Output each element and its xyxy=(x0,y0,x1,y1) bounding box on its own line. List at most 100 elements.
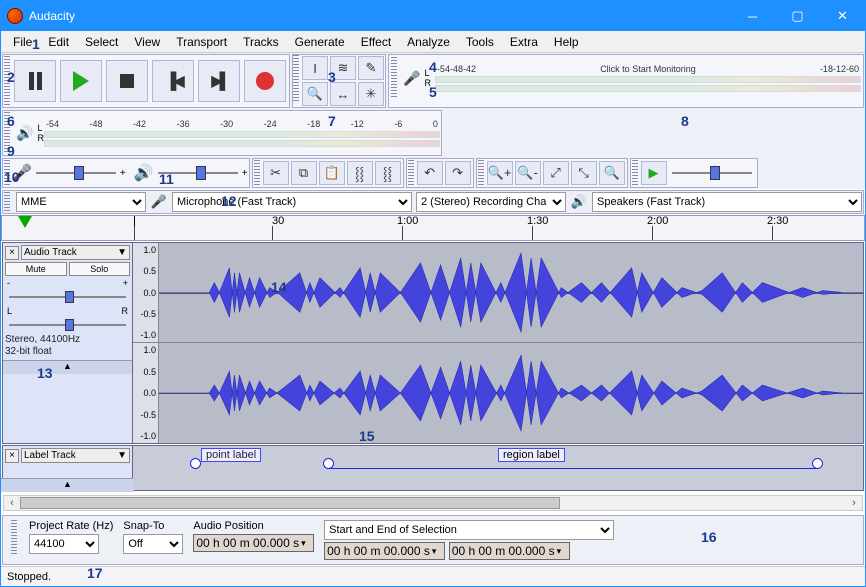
grip-icon[interactable] xyxy=(4,56,10,106)
label-text[interactable]: point label xyxy=(201,448,261,462)
speaker-icon: 🔊 xyxy=(570,194,588,210)
recording-meter[interactable]: -54-48-42 Click to Start Monitoring -18-… xyxy=(435,57,861,99)
recording-volume-slider[interactable] xyxy=(36,165,116,181)
paste-button[interactable]: 📋 xyxy=(319,161,345,185)
mic-icon: 🎤 xyxy=(12,163,32,183)
speaker-icon[interactable]: 🔊 xyxy=(16,125,33,142)
play-button[interactable] xyxy=(60,60,102,102)
zoom-in-button[interactable]: 🔍+ xyxy=(487,161,513,185)
pan-slider[interactable] xyxy=(9,318,126,332)
zoom-tool-button[interactable]: 🔍 xyxy=(302,82,328,106)
minimize-button[interactable]: ─ xyxy=(730,1,775,31)
grip-icon[interactable] xyxy=(408,160,414,186)
menu-tracks[interactable]: Tracks xyxy=(235,33,287,51)
cut-button[interactable]: ✂ xyxy=(263,161,289,185)
track-menu-button[interactable]: Audio Track▼ xyxy=(21,245,130,260)
snap-to-select[interactable]: Off xyxy=(123,534,183,554)
gain-slider[interactable] xyxy=(9,290,126,304)
timeshift-tool-button[interactable]: ↔ xyxy=(330,82,356,106)
menu-tools[interactable]: Tools xyxy=(458,33,502,51)
edit-toolbar: ✂ ⧉ 📋 ⸾⸾ ⸾⸾ xyxy=(252,158,404,188)
playback-volume-slider[interactable] xyxy=(158,165,238,181)
track-collapse-button[interactable]: ▲ xyxy=(1,478,134,492)
label-text[interactable]: region label xyxy=(498,448,565,462)
mixer-toolbar: 🎤 + 🔊 + xyxy=(2,158,250,188)
playback-speed-slider[interactable] xyxy=(672,165,752,181)
mic-icon: 🎤 xyxy=(150,194,168,210)
menu-view[interactable]: View xyxy=(126,33,168,51)
trim-button[interactable]: ⸾⸾ xyxy=(347,161,373,185)
vertical-scale[interactable]: 1.00.50.0-0.5-1.0 xyxy=(133,243,159,342)
track-collapse-button[interactable]: ▲ xyxy=(3,360,132,374)
fit-selection-button[interactable]: ⤢ xyxy=(543,161,569,185)
quickplay-head-icon[interactable] xyxy=(18,216,32,228)
silence-button[interactable]: ⸾⸾ xyxy=(375,161,401,185)
status-bar: Stopped. xyxy=(1,566,865,586)
maximize-button[interactable]: ▢ xyxy=(775,1,820,31)
draw-tool-button[interactable]: ✎ xyxy=(358,56,384,80)
scroll-right-icon[interactable]: › xyxy=(846,497,862,509)
grip-icon[interactable] xyxy=(11,520,17,556)
label-region[interactable]: region label xyxy=(328,450,818,486)
waveform-right[interactable] xyxy=(159,343,863,443)
titlebar: Audacity ─ ▢ ✕ xyxy=(1,1,865,31)
redo-button[interactable]: ↷ xyxy=(445,161,471,185)
fit-project-button[interactable]: ⤡ xyxy=(571,161,597,185)
horizontal-scrollbar[interactable]: ‹ › xyxy=(3,495,863,511)
multi-tool-button[interactable]: ✳ xyxy=(358,82,384,106)
vertical-scale[interactable]: 1.00.50.0-0.5-1.0 xyxy=(133,343,159,443)
zoom-out-button[interactable]: 🔍- xyxy=(515,161,541,185)
project-rate-select[interactable]: 44100 xyxy=(29,534,99,554)
track-close-button[interactable]: × xyxy=(5,246,19,260)
menu-help[interactable]: Help xyxy=(546,33,587,51)
grip-icon[interactable] xyxy=(391,57,397,99)
recording-channels-select[interactable]: 2 (Stereo) Recording Cha xyxy=(416,192,566,212)
waveform-left[interactable] xyxy=(159,243,863,342)
timeline-ruler[interactable]: 30 1:00 1:30 2:00 2:30 xyxy=(1,215,865,241)
grip-icon[interactable] xyxy=(632,160,638,186)
menu-extra[interactable]: Extra xyxy=(502,33,546,51)
mic-icon[interactable]: 🎤 xyxy=(403,70,420,87)
track-close-button[interactable]: × xyxy=(5,449,19,463)
grip-icon[interactable] xyxy=(478,160,484,186)
selection-start-field[interactable]: 00 h 00 m 00.000 s▾ xyxy=(324,542,445,560)
skip-start-button[interactable]: ▐◀ xyxy=(152,60,194,102)
grip-icon[interactable] xyxy=(4,192,10,212)
record-button[interactable] xyxy=(244,60,286,102)
pause-button[interactable] xyxy=(14,60,56,102)
stop-button[interactable] xyxy=(106,60,148,102)
grip-icon[interactable] xyxy=(293,55,299,101)
close-button[interactable]: ✕ xyxy=(820,1,865,31)
selection-mode-select[interactable]: Start and End of Selection xyxy=(324,520,614,540)
play-at-speed-button[interactable]: ▶ xyxy=(641,161,667,185)
menu-select[interactable]: Select xyxy=(77,33,126,51)
selection-tool-button[interactable]: I xyxy=(302,56,328,80)
selection-end-field[interactable]: 00 h 00 m 00.000 s▾ xyxy=(449,542,570,560)
audio-host-select[interactable]: MME xyxy=(16,192,146,212)
audio-position-field[interactable]: 00 h 00 m 00.000 s▾ xyxy=(193,534,314,552)
menu-file[interactable]: File xyxy=(5,33,40,51)
menu-effect[interactable]: Effect xyxy=(353,33,399,51)
recording-device-select[interactable]: Microphone (Fast Track) xyxy=(172,192,412,212)
menubar: File Edit Select View Transport Tracks G… xyxy=(1,31,865,53)
solo-button[interactable]: Solo xyxy=(69,262,131,276)
menu-edit[interactable]: Edit xyxy=(40,33,77,51)
menu-transport[interactable]: Transport xyxy=(168,33,235,51)
skip-end-button[interactable]: ▶▌ xyxy=(198,60,240,102)
track-menu-button[interactable]: Label Track▼ xyxy=(21,448,130,463)
label-track-body[interactable]: point label region label xyxy=(133,446,863,490)
grip-icon[interactable] xyxy=(4,160,10,186)
envelope-tool-button[interactable]: ≋ xyxy=(330,56,356,80)
grip-icon[interactable] xyxy=(254,160,260,186)
menu-generate[interactable]: Generate xyxy=(287,33,353,51)
menu-analyze[interactable]: Analyze xyxy=(399,33,458,51)
label-track: × Label Track▼ ▲ point label region labe… xyxy=(2,445,864,491)
copy-button[interactable]: ⧉ xyxy=(291,161,317,185)
playback-meter[interactable]: -54-48-42-36-30-24-18-12-60 xyxy=(44,112,440,154)
scroll-left-icon[interactable]: ‹ xyxy=(4,497,20,509)
zoom-toggle-button[interactable]: 🔍 xyxy=(599,161,625,185)
playback-device-select[interactable]: Speakers (Fast Track) xyxy=(592,192,862,212)
grip-icon[interactable] xyxy=(4,112,10,154)
mute-button[interactable]: Mute xyxy=(5,262,67,276)
undo-button[interactable]: ↶ xyxy=(417,161,443,185)
